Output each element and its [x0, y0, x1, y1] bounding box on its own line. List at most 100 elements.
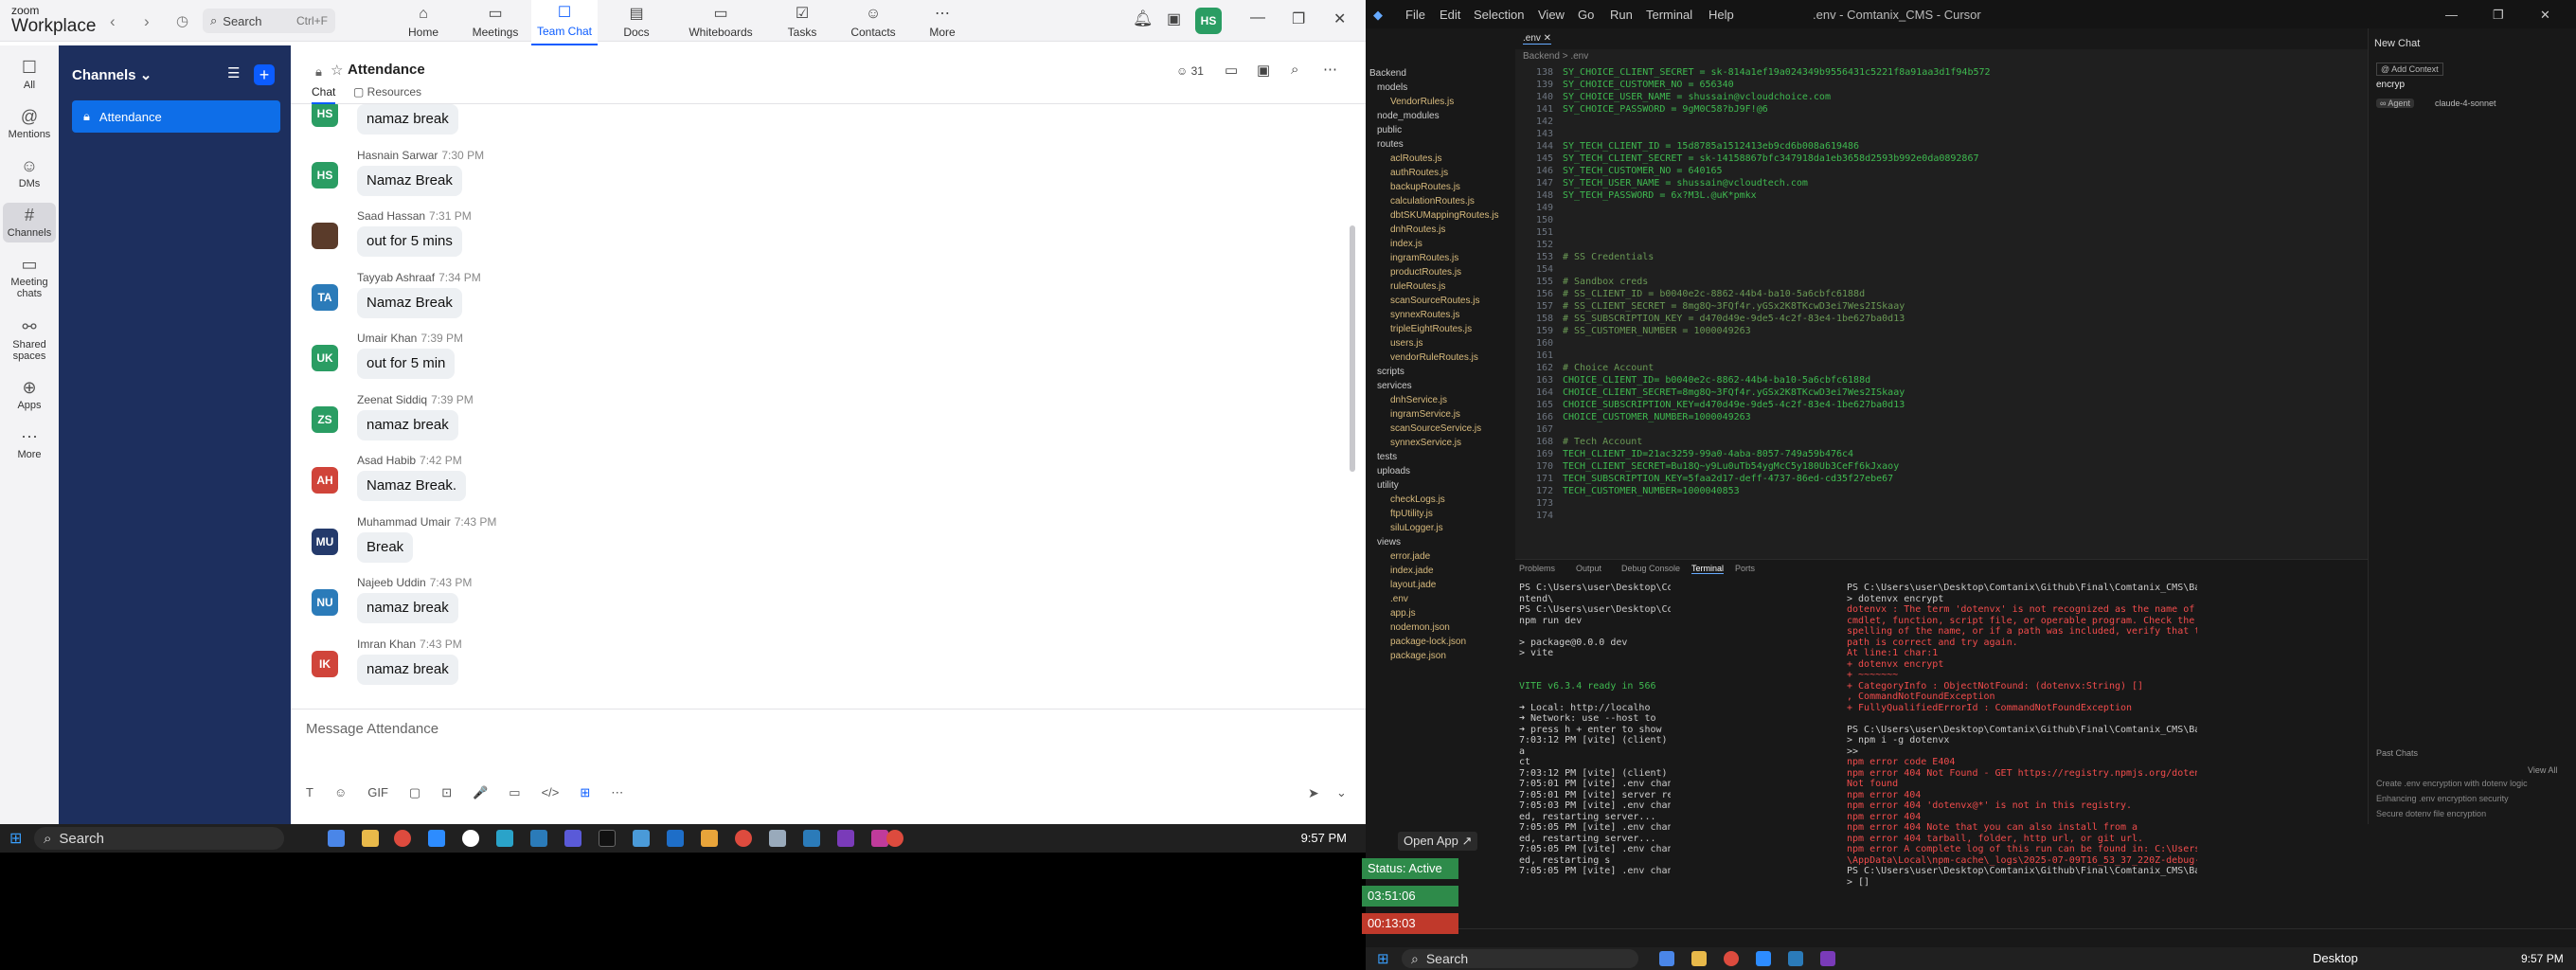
sender-name[interactable]: Najeeb Uddin — [357, 576, 426, 589]
code-view[interactable]: 138 SY_CHOICE_CLIENT_SECRET = sk-814a1ef1… — [1515, 66, 2368, 559]
avatar[interactable]: TA — [312, 283, 338, 311]
maximize-icon[interactable]: ❐ — [2493, 8, 2504, 23]
terminal-left[interactable]: PS C:\Users\user\Desktop\Com ntend\ PS C:\… — [1519, 583, 1671, 905]
view-all-link[interactable]: View All — [2528, 765, 2557, 775]
tab-team-chat[interactable]: ☐ Team Chat — [531, 0, 598, 45]
sender-name[interactable]: Zeenat Siddiq — [357, 393, 427, 406]
vscode-icon[interactable] — [530, 830, 547, 847]
vscode-icon[interactable] — [803, 830, 820, 847]
avatar[interactable]: UK — [312, 345, 338, 371]
file-item[interactable]: ingramRoutes.js — [1366, 251, 1515, 265]
folder-icon[interactable] — [1691, 951, 1707, 966]
vscode-icon[interactable] — [1788, 951, 1803, 966]
list-item[interactable]: AH Asad Habib 7:42 PM Namaz Break. — [312, 454, 975, 511]
app-icon[interactable] — [564, 830, 581, 847]
app-icon[interactable] — [667, 830, 684, 847]
file-item[interactable]: app.js — [1366, 606, 1515, 620]
windows-start-icon[interactable]: ⊞ — [9, 829, 22, 848]
chrome-icon[interactable] — [735, 830, 752, 847]
file-item[interactable]: index.jade — [1366, 564, 1515, 578]
folder-item[interactable]: views — [1366, 535, 1515, 549]
tab-home[interactable]: ⌂ Home — [390, 0, 456, 45]
file-item[interactable]: package.json — [1366, 649, 1515, 663]
zoom-app-icon[interactable] — [428, 830, 445, 847]
zoom-app-icon[interactable] — [1756, 951, 1771, 966]
avatar[interactable]: NU — [312, 589, 338, 616]
avatar[interactable]: MU — [312, 528, 338, 555]
sidebar-title[interactable]: Channels ⌄ — [72, 66, 152, 83]
onenote-icon[interactable] — [1820, 951, 1835, 966]
tab-tasks[interactable]: ☑ Tasks — [769, 0, 835, 45]
past-chat-item[interactable]: Secure dotenv file encryption — [2376, 809, 2486, 818]
menu-view[interactable]: View — [1538, 8, 1565, 22]
file-item[interactable]: nodemon.json — [1366, 620, 1515, 635]
status-active-badge[interactable]: Status: Active — [1362, 858, 1458, 879]
send-icon[interactable]: ➤ — [1308, 785, 1319, 801]
add-context-button[interactable]: @ Add Context — [2376, 63, 2443, 76]
more-icon[interactable]: ⋯ — [1323, 61, 1337, 78]
avatar[interactable]: ZS — [312, 405, 338, 433]
rail-mentions[interactable]: @ Mentions — [0, 107, 59, 140]
file-item[interactable]: index.js — [1366, 237, 1515, 251]
folder-icon[interactable] — [362, 830, 379, 847]
cursor-app-icon[interactable] — [599, 830, 616, 847]
member-count[interactable]: ☺ 31 — [1176, 64, 1204, 78]
file-item[interactable]: ingramService.js — [1366, 407, 1515, 422]
sender-name[interactable]: Imran Khan — [357, 638, 416, 651]
list-item[interactable]: TA Tayyab Ashraaf 7:34 PM Namaz Break — [312, 271, 975, 328]
tab-output[interactable]: Output — [1576, 564, 1601, 573]
chat-input[interactable]: encryp — [2376, 80, 2405, 90]
filter-icon[interactable]: ☰ — [227, 64, 240, 81]
past-chat-item[interactable]: Create .env encryption with dotenv logic — [2376, 779, 2528, 788]
star-icon[interactable]: ☆ — [331, 62, 343, 79]
model-select[interactable]: claude-4-sonnet — [2435, 99, 2496, 108]
rail-shared-spaces[interactable]: ⚯ Shared spaces — [0, 317, 59, 362]
close-icon[interactable]: ✕ — [2540, 8, 2550, 23]
file-item[interactable]: dnhService.js — [1366, 393, 1515, 407]
app-icon[interactable] — [701, 830, 718, 847]
taskbar-clock[interactable]: 9:57 PM — [1301, 831, 1347, 845]
forward-arrow-icon[interactable]: › — [144, 12, 150, 31]
file-item[interactable]: VendorRules.js — [1366, 95, 1515, 109]
list-item[interactable]: NU Najeeb Uddin 7:43 PM namaz break — [312, 576, 975, 633]
video-message-icon[interactable]: ▭ — [509, 785, 520, 800]
folder-item[interactable]: utility — [1366, 478, 1515, 493]
sender-name[interactable]: Umair Khan — [357, 332, 417, 345]
menu-go[interactable]: Go — [1578, 8, 1594, 22]
emoji-icon[interactable]: ☺ — [334, 785, 347, 800]
tab-contacts[interactable]: ☺ Contacts — [840, 0, 906, 45]
avatar[interactable]: HS — [312, 161, 338, 189]
list-item[interactable]: HS namaz break — [312, 104, 975, 144]
avatar[interactable]: IK — [312, 650, 338, 677]
close-icon[interactable]: ✕ — [1333, 9, 1346, 28]
app-icon[interactable] — [462, 830, 479, 847]
back-arrow-icon[interactable]: ‹ — [110, 12, 116, 31]
search-icon[interactable]: ⌕ — [1291, 62, 1298, 78]
file-explorer-icon[interactable] — [328, 830, 345, 847]
file-item[interactable]: package-lock.json — [1366, 635, 1515, 649]
avatar[interactable]: AH — [312, 467, 338, 494]
file-item[interactable]: ruleRoutes.js — [1366, 279, 1515, 294]
menu-selection[interactable]: Selection — [1474, 8, 1524, 22]
list-item[interactable]: HS Hasnain Sarwar 7:30 PM Namaz Break — [312, 149, 975, 206]
file-item[interactable]: synnexService.js — [1366, 436, 1515, 450]
file-item[interactable]: authRoutes.js — [1366, 166, 1515, 180]
maximize-icon[interactable]: ❐ — [1292, 9, 1305, 28]
message-composer[interactable]: Message Attendance T ☺ GIF ▢ ⊡ 🎤 ▭ </> ⊞… — [291, 709, 1366, 824]
app-icon[interactable] — [633, 830, 650, 847]
file-item[interactable]: dbtSKUMappingRoutes.js — [1366, 208, 1515, 223]
taskbar-search[interactable]: ⌕ Search — [34, 827, 284, 850]
tab-resources[interactable]: ▢ Resources — [353, 85, 421, 99]
sender-name[interactable]: Saad Hassan — [357, 209, 425, 223]
folder-item[interactable]: routes — [1366, 137, 1515, 152]
list-item[interactable]: IK Imran Khan 7:43 PM namaz break — [312, 638, 975, 694]
list-item[interactable]: UK Umair Khan 7:39 PM out for 5 min — [312, 332, 975, 388]
file-item[interactable]: error.jade — [1366, 549, 1515, 564]
apps-icon[interactable]: ⊞ — [580, 785, 590, 800]
file-item[interactable]: .env — [1366, 592, 1515, 606]
file-item[interactable]: users.js — [1366, 336, 1515, 350]
zoom-search-bar[interactable]: ⌕ Search Ctrl+F — [203, 9, 335, 33]
mic-icon[interactable]: 🎤 — [473, 785, 488, 800]
menu-terminal[interactable]: Terminal — [1646, 8, 1692, 22]
tab-ports[interactable]: Ports — [1735, 564, 1755, 573]
